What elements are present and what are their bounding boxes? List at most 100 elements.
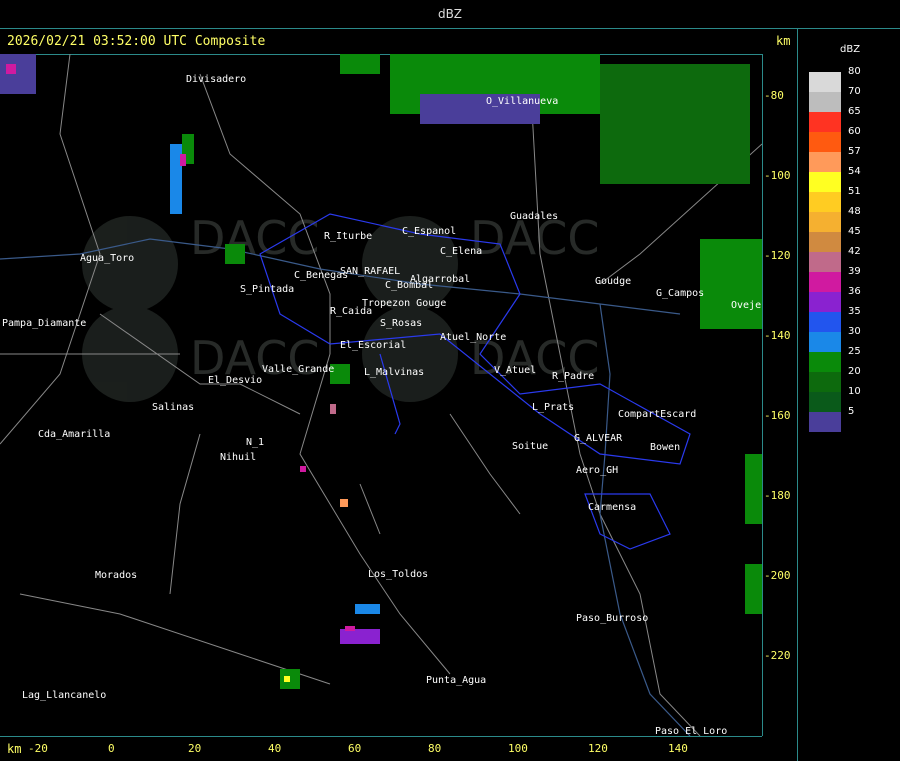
place-label: Salinas <box>152 402 194 413</box>
x-tick-label: 40 <box>268 742 282 755</box>
place-label: Tropezon Gouge <box>362 298 446 309</box>
place-label: Punta_Agua <box>426 675 486 686</box>
place-label: Atuel_Norte <box>440 332 506 343</box>
x-unit-label: km <box>7 742 22 756</box>
legend-swatch <box>809 152 841 172</box>
legend-swatch <box>809 252 841 272</box>
place-label: G_Campos <box>656 288 704 299</box>
legend-swatch <box>809 372 841 392</box>
place-label: Divisadero <box>186 74 246 85</box>
place-label: C_Bombal <box>385 280 433 291</box>
place-label: L_Malvinas <box>364 367 424 378</box>
legend-label: 57 <box>848 146 861 157</box>
legend-label: 65 <box>848 106 861 117</box>
legend-swatch <box>809 312 841 332</box>
legend-label: 60 <box>848 126 861 137</box>
frame-top <box>0 28 900 29</box>
legend-label: 51 <box>848 186 861 197</box>
legend-label: 5 <box>848 406 855 417</box>
place-label: Nihuil <box>220 452 256 463</box>
place-label: Valle_Grande <box>262 364 334 375</box>
place-label: R_Caida <box>330 306 372 317</box>
legend-label: 10 <box>848 386 861 397</box>
legend-label: 48 <box>848 206 861 217</box>
color-legend <box>809 72 841 432</box>
legend-label: 20 <box>848 366 861 377</box>
legend-swatch <box>809 172 841 192</box>
place-label: Bowen <box>650 442 680 453</box>
legend-label: 45 <box>848 226 861 237</box>
legend-label: 25 <box>848 346 861 357</box>
x-tick-label: -20 <box>28 742 48 755</box>
place-label: CompartEscard <box>618 409 696 420</box>
legend-label: 70 <box>848 86 861 97</box>
place-label: Guadales <box>510 211 558 222</box>
place-label: Lag_Llancanelo <box>22 690 106 701</box>
y-tick-label: -100 <box>764 169 791 182</box>
place-label: S_Pintada <box>240 284 294 295</box>
legend-label: 80 <box>848 66 861 77</box>
place-label: Morados <box>95 570 137 581</box>
legend-label: 36 <box>848 286 861 297</box>
frame-right-panel <box>797 28 798 761</box>
y-unit-label: km <box>776 34 791 48</box>
x-tick-label: 80 <box>428 742 442 755</box>
place-label: Paso_El_Loro <box>655 726 727 736</box>
place-label: Agua_Toro <box>80 253 134 264</box>
legend-swatch <box>809 272 841 292</box>
place-label: El_Desvio <box>208 375 262 386</box>
legend-swatch <box>809 72 841 92</box>
place-label: V_Atuel <box>494 365 536 376</box>
legend-swatch <box>809 112 841 132</box>
place-label: C_Elena <box>440 246 482 257</box>
frame-map-bottom <box>0 736 762 737</box>
x-tick-label: 120 <box>588 742 608 755</box>
window-title: dBZ <box>437 7 463 21</box>
place-label: Aero_GH <box>576 465 618 476</box>
x-tick-label: 140 <box>668 742 688 755</box>
y-tick-label: -80 <box>764 89 784 102</box>
legend-label: 30 <box>848 326 861 337</box>
place-label: G_ALVEAR <box>574 433 623 444</box>
place-label: C_Espanol <box>402 226 456 237</box>
y-tick-label: -140 <box>764 329 791 342</box>
legend-swatch <box>809 292 841 312</box>
legend-swatch <box>809 392 841 412</box>
y-tick-label: -220 <box>764 649 791 662</box>
place-label: R_Padre <box>552 371 594 382</box>
y-tick-label: -160 <box>764 409 791 422</box>
place-label: O_Villanueva <box>486 96 558 107</box>
legend-label: 35 <box>848 306 861 317</box>
legend-title: dBZ <box>840 44 861 55</box>
place-label: Carmensa <box>588 502 636 513</box>
place-label: R_Iturbe <box>324 231 372 242</box>
legend-label: 39 <box>848 266 861 277</box>
svg-text:DACC: DACC <box>190 211 320 265</box>
legend-swatch <box>809 412 841 432</box>
x-tick-label: 100 <box>508 742 528 755</box>
timestamp-label: 2026/02/21 03:52:00 UTC Composite <box>7 34 266 49</box>
legend-swatch <box>809 352 841 372</box>
legend-swatch <box>809 92 841 112</box>
place-label: Soitue <box>512 441 548 452</box>
radar-map[interactable]: DACC DACC DACC DACC Divisadero O_Villanu… <box>0 54 762 736</box>
y-tick-label: -180 <box>764 489 791 502</box>
legend-swatch <box>809 132 841 152</box>
legend-label: 42 <box>848 246 861 257</box>
place-label: Los_Toldos <box>368 569 428 580</box>
legend-swatch <box>809 332 841 352</box>
x-tick-label: 0 <box>108 742 115 755</box>
place-label: Goudge <box>595 276 631 287</box>
place-label: Ovejero <box>731 300 762 311</box>
place-label: S_Rosas <box>380 318 422 329</box>
place-label: Cda_Amarilla <box>38 429 110 440</box>
legend-swatch <box>809 192 841 212</box>
legend-swatch <box>809 232 841 252</box>
place-label: N_1 <box>246 437 264 448</box>
place-label: L_Prats <box>532 402 574 413</box>
x-tick-label: 60 <box>348 742 362 755</box>
place-label: Pampa_Diamante <box>2 318 86 329</box>
place-label: SAN_RAFAEL <box>340 266 400 277</box>
y-tick-label: -120 <box>764 249 791 262</box>
place-label: Paso_Burroso <box>576 613 648 624</box>
